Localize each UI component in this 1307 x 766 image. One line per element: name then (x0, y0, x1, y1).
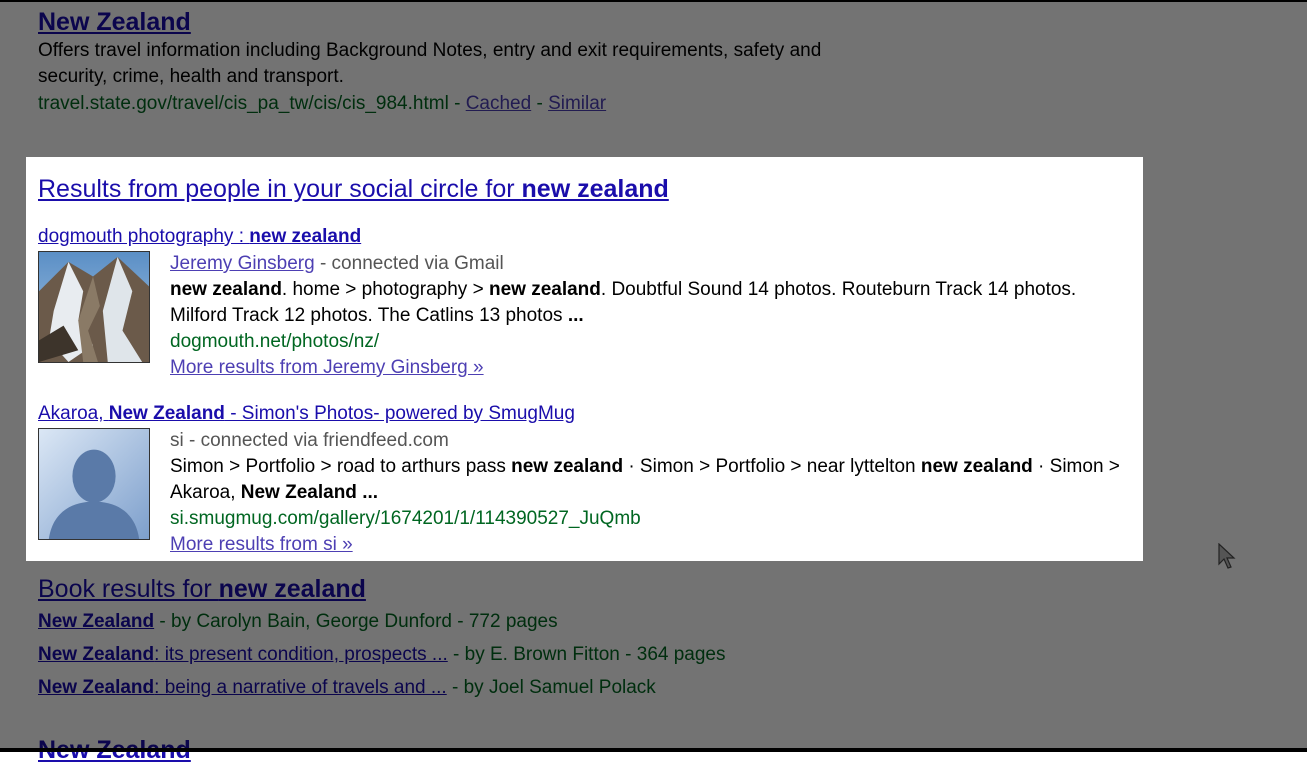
person-link[interactable]: Jeremy Ginsberg (170, 253, 315, 274)
social-result-url: dogmouth.net/photos/nz/ (170, 331, 380, 352)
book-title-link[interactable]: New Zealand: its present condition, pros… (38, 644, 448, 665)
book-results: Book results for new zealand New Zealand… (38, 573, 1038, 704)
social-result-body: si - connected via friendfeed.com Simon … (170, 428, 1130, 558)
mountain-photo-thumbnail[interactable] (38, 251, 150, 363)
more-results-link[interactable]: More results from si » (170, 534, 353, 555)
result-url-line: travel.state.gov/travel/cis_pa_tw/cis/ci… (38, 93, 607, 114)
book-title-link[interactable]: New Zealand: being a narrative of travel… (38, 677, 447, 698)
top-border (0, 0, 1307, 2)
default-avatar-thumbnail[interactable] (38, 428, 150, 540)
similar-link[interactable]: Similar (548, 93, 606, 114)
book-item: New Zealand - by Carolyn Bain, George Du… (38, 611, 558, 632)
result-url: travel.state.gov/travel/cis_pa_tw/cis/ci… (38, 93, 449, 114)
social-result-body: Jeremy Ginsberg - connected via Gmail ne… (170, 251, 1130, 381)
social-result-snippet: Simon > Portfolio > road to arthurs pass… (170, 456, 1120, 503)
dim-overlay-left (0, 157, 26, 561)
dim-overlay-right (1143, 157, 1307, 561)
social-heading[interactable]: Results from people in your social circl… (38, 173, 669, 205)
book-results-heading-link[interactable]: Book results for new zealand (38, 575, 366, 603)
social-result-smugmug: Akaroa, New Zealand - Simon's Photos- po… (38, 401, 1128, 555)
social-result-url: si.smugmug.com/gallery/1674201/1/1143905… (170, 508, 641, 529)
book-title-link[interactable]: New Zealand (38, 611, 154, 632)
book-item: New Zealand: its present condition, pros… (38, 644, 726, 665)
mouse-pointer-icon (1218, 543, 1236, 569)
social-result-dogmouth: dogmouth photography : new zealand Jerem… (38, 224, 1128, 378)
social-result-snippet: new zealand. home > photography > new ze… (170, 279, 1077, 326)
book-item: New Zealand: being a narrative of travel… (38, 677, 656, 698)
cached-link[interactable]: Cached (466, 93, 532, 114)
social-result-title-link[interactable]: dogmouth photography : new zealand (38, 226, 361, 247)
result-title-link[interactable]: New Zealand (38, 8, 191, 36)
more-results-link[interactable]: More results from Jeremy Ginsberg » (170, 357, 484, 378)
result-snippet: Offers travel information including Back… (38, 40, 822, 87)
bottom-border (0, 748, 1307, 752)
social-circle-results: Results from people in your social circl… (26, 157, 1143, 561)
search-result-travel-state: New Zealand Offers travel information in… (38, 6, 958, 118)
social-result-title-link[interactable]: Akaroa, New Zealand - Simon's Photos- po… (38, 403, 575, 424)
